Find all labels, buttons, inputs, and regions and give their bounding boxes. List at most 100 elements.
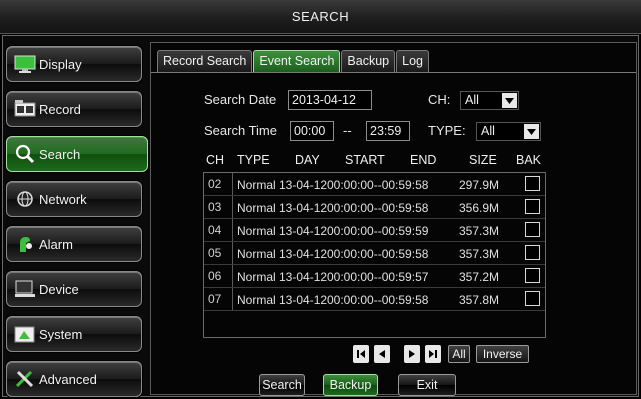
search-date-field[interactable]: 2013-04-12: [288, 90, 372, 110]
row-day: 13-04-12: [279, 201, 328, 215]
table-row[interactable]: 05 Normal 13-04-12 00:00:00--00:59:58 35…: [204, 242, 545, 265]
row-size: 357.3M: [459, 247, 500, 261]
time-separator: --: [343, 123, 352, 138]
row-day: 13-04-12: [279, 247, 328, 261]
row-channel: 06: [208, 265, 233, 287]
column-header-bak: BAK: [516, 153, 542, 167]
window-title: SEARCH: [291, 9, 350, 24]
sidebar: Display Record Search Network Alarm Devi…: [6, 42, 148, 397]
last-page-button[interactable]: [425, 345, 441, 363]
time-from-field[interactable]: 00:00: [290, 121, 334, 141]
tab-bar: Record Search Event Search Backup Log: [157, 50, 430, 72]
backup-checkbox[interactable]: [525, 176, 540, 191]
row-type: Normal: [237, 270, 276, 284]
row-type: Normal: [237, 201, 276, 215]
tab-record-search[interactable]: Record Search: [157, 50, 253, 72]
table-row[interactable]: 07 Normal 13-04-12 00:00:00--00:59:58 35…: [204, 288, 545, 311]
tab-log[interactable]: Log: [396, 50, 429, 72]
monitor-icon: [13, 53, 37, 75]
column-header-ch: CH: [206, 153, 225, 167]
globe-icon: [13, 188, 37, 210]
sidebar-item-label: System: [39, 326, 83, 342]
sidebar-item-label: Record: [39, 101, 81, 117]
backup-checkbox[interactable]: [525, 222, 540, 237]
next-page-button[interactable]: [404, 345, 420, 363]
type-label: TYPE:: [428, 123, 466, 138]
search-date-label: Search Date: [204, 92, 277, 107]
next-page-icon: [407, 347, 417, 362]
tab-event-search[interactable]: Event Search: [253, 50, 341, 72]
sidebar-item-system[interactable]: System: [6, 316, 142, 352]
row-channel: 03: [208, 196, 233, 218]
prev-page-button[interactable]: [374, 345, 390, 363]
sidebar-item-network[interactable]: Network: [6, 181, 142, 217]
sidebar-item-label: Alarm: [39, 236, 73, 252]
sidebar-item-label: Advanced: [39, 371, 97, 387]
row-channel: 04: [208, 219, 233, 241]
tools-icon: [13, 368, 37, 390]
last-page-icon: [428, 347, 438, 362]
system-icon: [13, 323, 37, 345]
time-to-field[interactable]: 23:59: [366, 121, 410, 141]
first-page-button[interactable]: [353, 345, 369, 363]
channel-select-value: All: [465, 93, 479, 107]
row-type: Normal: [237, 178, 276, 192]
row-channel: 02: [208, 173, 233, 195]
row-day: 13-04-12: [279, 270, 328, 284]
row-time-range: 00:00:00--00:59:58: [327, 247, 429, 261]
row-type: Normal: [237, 247, 276, 261]
sidebar-item-label: Network: [39, 191, 87, 207]
table-row[interactable]: 04 Normal 13-04-12 00:00:00--00:59:59 35…: [204, 219, 545, 242]
sidebar-item-search[interactable]: Search: [6, 136, 148, 172]
row-size: 357.3M: [459, 224, 500, 238]
row-type: Normal: [237, 293, 276, 307]
select-all-button[interactable]: All: [448, 345, 470, 363]
row-time-range: 00:00:00--00:59:58: [327, 293, 429, 307]
table-row[interactable]: 02 Normal 13-04-12 00:00:00--00:59:58 29…: [204, 173, 545, 196]
inverse-selection-button[interactable]: Inverse: [476, 345, 529, 363]
table-header: CH TYPE DAY START END SIZE BAK: [203, 150, 546, 172]
column-header-size: SIZE: [469, 153, 497, 167]
sidebar-item-advanced[interactable]: Advanced: [6, 361, 142, 397]
backup-checkbox[interactable]: [525, 199, 540, 214]
channel-label: CH:: [428, 92, 451, 107]
type-select-value: All: [481, 124, 495, 138]
row-time-range: 00:00:00--00:59:58: [327, 201, 429, 215]
sidebar-item-device[interactable]: Device: [6, 271, 142, 307]
table-row[interactable]: 03 Normal 13-04-12 00:00:00--00:59:58 35…: [204, 196, 545, 219]
sidebar-item-alarm[interactable]: Alarm: [6, 226, 142, 262]
row-time-range: 00:00:00--00:59:58: [327, 178, 429, 192]
type-select[interactable]: All: [476, 122, 541, 141]
row-size: 356.9M: [459, 201, 500, 215]
row-time-range: 00:00:00--00:59:59: [327, 224, 429, 238]
channel-select[interactable]: All: [460, 91, 519, 110]
sidebar-item-record[interactable]: Record: [6, 91, 142, 127]
sidebar-item-label: Device: [39, 281, 79, 297]
search-time-label: Search Time: [204, 123, 277, 138]
prev-page-icon: [377, 347, 387, 362]
column-header-end: END: [410, 153, 437, 167]
column-header-start: START: [345, 153, 385, 167]
device-icon: [13, 278, 37, 300]
window-title-bar: SEARCH: [0, 0, 641, 34]
backup-checkbox[interactable]: [525, 268, 540, 283]
event-table: 02 Normal 13-04-12 00:00:00--00:59:58 29…: [203, 172, 546, 338]
alarm-icon: [13, 233, 37, 255]
search-button[interactable]: Search: [259, 374, 305, 396]
first-page-icon: [356, 347, 366, 362]
row-size: 297.9M: [459, 178, 500, 192]
chevron-down-icon: [524, 124, 539, 139]
row-size: 357.8M: [459, 293, 500, 307]
search-icon: [13, 143, 37, 165]
row-day: 13-04-12: [279, 293, 328, 307]
row-channel: 07: [208, 288, 233, 310]
backup-checkbox[interactable]: [525, 291, 540, 306]
row-size: 357.2M: [459, 270, 500, 284]
sidebar-item-display[interactable]: Display: [6, 46, 142, 82]
exit-button[interactable]: Exit: [398, 374, 456, 396]
backup-button[interactable]: Backup: [323, 374, 378, 396]
row-day: 13-04-12: [279, 224, 328, 238]
table-row[interactable]: 06 Normal 13-04-12 00:00:00--00:59:57 35…: [204, 265, 545, 288]
backup-checkbox[interactable]: [525, 245, 540, 260]
tab-backup[interactable]: Backup: [341, 50, 396, 72]
